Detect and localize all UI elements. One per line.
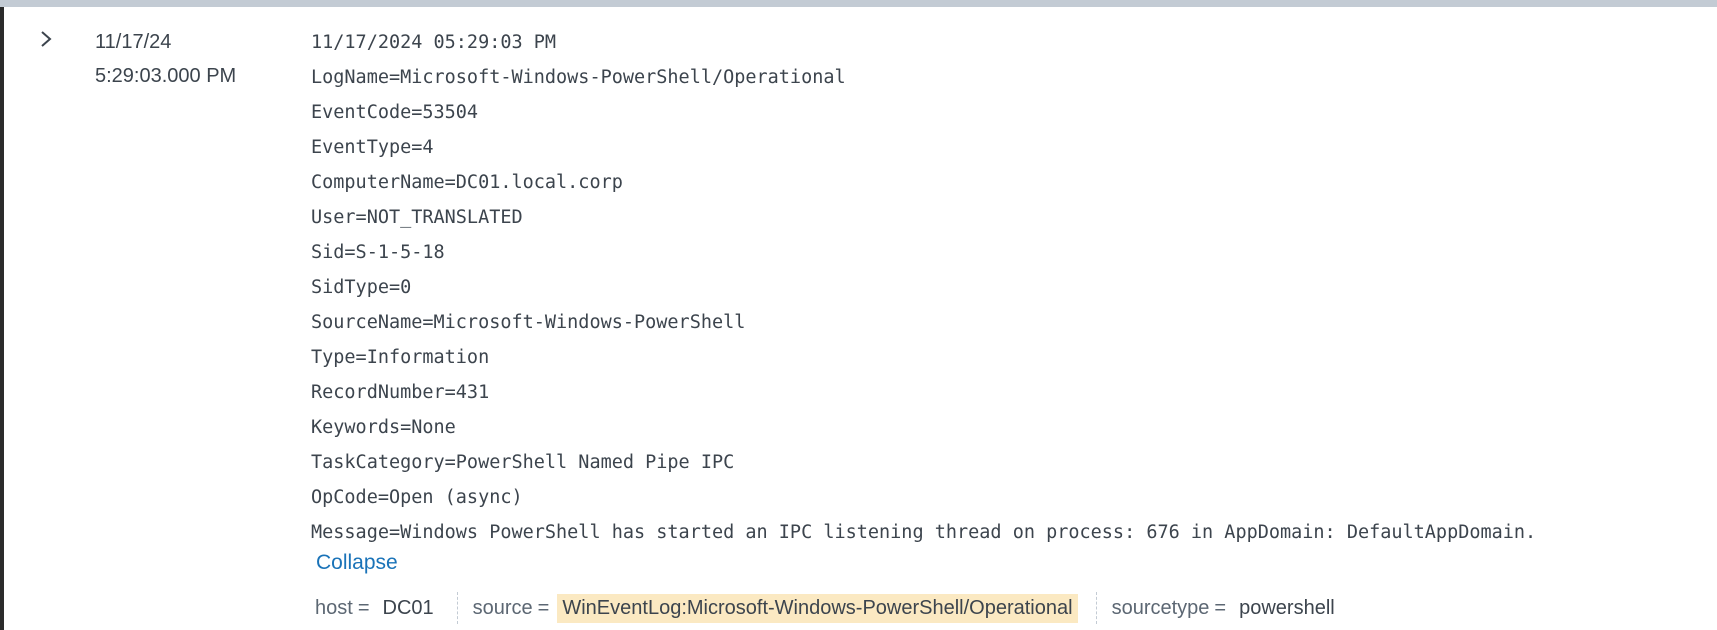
field-host[interactable]: host = DC01 [315,594,439,623]
expand-toggle[interactable] [36,29,56,53]
raw-line: ComputerName=DC01.local.corp [311,172,623,193]
selected-fields-bar: host = DC01 source = WinEventLog:Microso… [315,591,1340,625]
raw-line: EventCode=53504 [311,102,479,123]
raw-line: Sid=S-1-5-18 [311,242,445,263]
raw-line: OpCode=Open (async) [311,487,523,508]
raw-line: Message=Windows PowerShell has started a… [311,522,1537,543]
raw-line: LogName=Microsoft-Windows-PowerShell/Ope… [311,67,846,88]
raw-line: EventType=4 [311,137,434,158]
field-sourcetype[interactable]: sourcetype = powershell [1112,594,1340,623]
field-key: source [472,596,533,619]
field-value[interactable]: DC01 [378,594,439,623]
event-date: 11/17/24 [95,31,172,53]
chevron-right-icon [39,30,53,53]
field-equals: = [357,596,370,619]
raw-line: RecordNumber=431 [311,382,490,403]
field-equals: = [1214,596,1227,619]
raw-line: User=NOT_TRANSLATED [311,207,523,228]
table-header-border [0,0,1717,7]
field-key: sourcetype [1111,596,1210,619]
raw-line: TaskCategory=PowerShell Named Pipe IPC [311,452,735,473]
event-time[interactable]: 11/17/24 5:29:03.000 PM [95,25,236,93]
raw-line: Type=Information [311,347,490,368]
field-divider [1095,592,1097,624]
field-value-highlighted[interactable]: WinEventLog:Microsoft-Windows-PowerShell… [557,593,1078,623]
raw-line: 11/17/2024 05:29:03 PM [311,32,557,53]
event-clock: 5:29:03.000 PM [95,65,237,87]
collapse-link[interactable]: Collapse [316,549,398,577]
event-row: 11/17/24 5:29:03.000 PM 11/17/2024 05:29… [4,7,1704,630]
raw-line: SourceName=Microsoft-Windows-PowerShell [311,312,746,333]
field-value[interactable]: powershell [1234,594,1340,623]
raw-line: SidType=0 [311,277,412,298]
field-equals: = [537,596,550,619]
raw-event-text: 11/17/2024 05:29:03 PM LogName=Microsoft… [311,25,1536,550]
field-key: host [315,596,353,619]
field-divider [456,592,458,624]
raw-line: Keywords=None [311,417,456,438]
field-source[interactable]: source = WinEventLog:Microsoft-Windows-P… [472,593,1078,623]
